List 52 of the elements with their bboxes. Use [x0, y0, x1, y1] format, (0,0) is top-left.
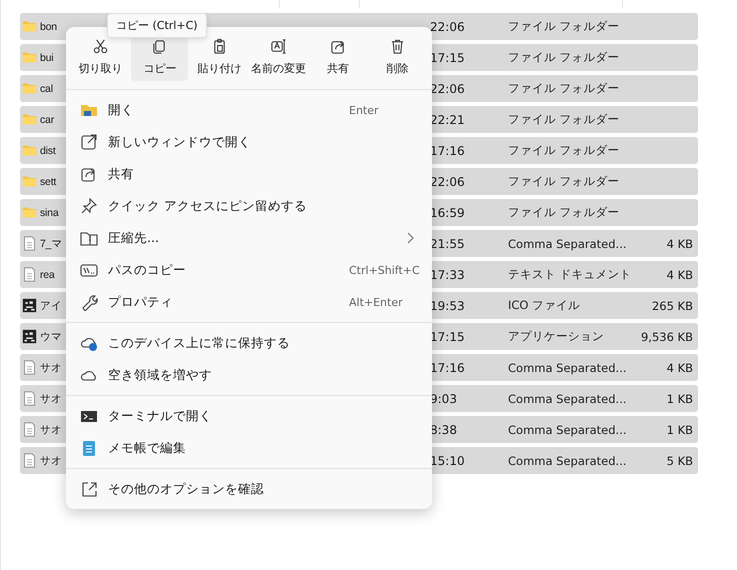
file-date: 15:10: [430, 454, 465, 468]
file-name: bui: [40, 52, 54, 64]
file-type: ファイル フォルダー: [508, 174, 620, 189]
file-size: 4 KB: [666, 236, 693, 250]
file-name: dist: [40, 144, 56, 156]
file-name: ウマ: [40, 330, 62, 344]
file-name: car: [40, 114, 54, 126]
file-date: 22:06: [430, 20, 465, 34]
file-size: 1 KB: [666, 422, 693, 436]
file-size: 1 KB: [666, 392, 693, 406]
file-type: アプリケーション: [508, 329, 604, 344]
file-name: bon: [40, 20, 57, 32]
file-size: 5 KB: [666, 454, 693, 468]
file-size: 9,536 KB: [640, 330, 693, 344]
file-name: 7_マ: [40, 236, 62, 250]
file-name: アイ: [40, 298, 62, 312]
file-type: ICO ファイル: [508, 298, 580, 313]
file-date: 22:06: [430, 82, 465, 96]
file-type: Comma Separated...: [508, 236, 627, 250]
file-type: Comma Separated...: [508, 422, 627, 436]
file-date: 19:53: [430, 298, 465, 312]
file-date: 22:21: [430, 112, 465, 126]
file-date: 17:15: [430, 50, 465, 64]
file-size: 4 KB: [666, 360, 693, 374]
file-name: sett: [40, 176, 56, 188]
file-name: サオ: [40, 454, 62, 468]
file-type: テキスト ドキュメント: [508, 267, 632, 282]
file-type: ファイル フォルダー: [508, 19, 620, 34]
tooltip: コピー (Ctrl+C): [107, 13, 207, 38]
file-type: ファイル フォルダー: [508, 81, 620, 96]
file-name: rea: [40, 268, 55, 280]
file-date: 21:55: [430, 236, 465, 250]
file-type: ファイル フォルダー: [508, 143, 620, 158]
file-date: 16:59: [430, 206, 465, 220]
file-date: 17:33: [430, 268, 465, 282]
file-name: sina: [40, 206, 58, 218]
file-name: サオ: [40, 392, 62, 406]
file-size: 265 KB: [652, 298, 693, 312]
file-type: ファイル フォルダー: [508, 50, 620, 65]
file-date: 17:15: [430, 330, 465, 344]
file-type: Comma Separated...: [508, 360, 627, 374]
file-date: 17:16: [430, 360, 465, 374]
file-name: サオ: [40, 360, 62, 374]
file-size: 4 KB: [666, 268, 693, 282]
file-name: cal: [40, 82, 53, 94]
file-type: Comma Separated...: [508, 454, 627, 468]
file-name: サオ: [40, 422, 62, 436]
file-date: 17:16: [430, 144, 465, 158]
file-date: 22:06: [430, 174, 465, 188]
file-type: ファイル フォルダー: [508, 205, 620, 220]
file-type: Comma Separated...: [508, 392, 627, 406]
file-type: ファイル フォルダー: [508, 112, 620, 127]
